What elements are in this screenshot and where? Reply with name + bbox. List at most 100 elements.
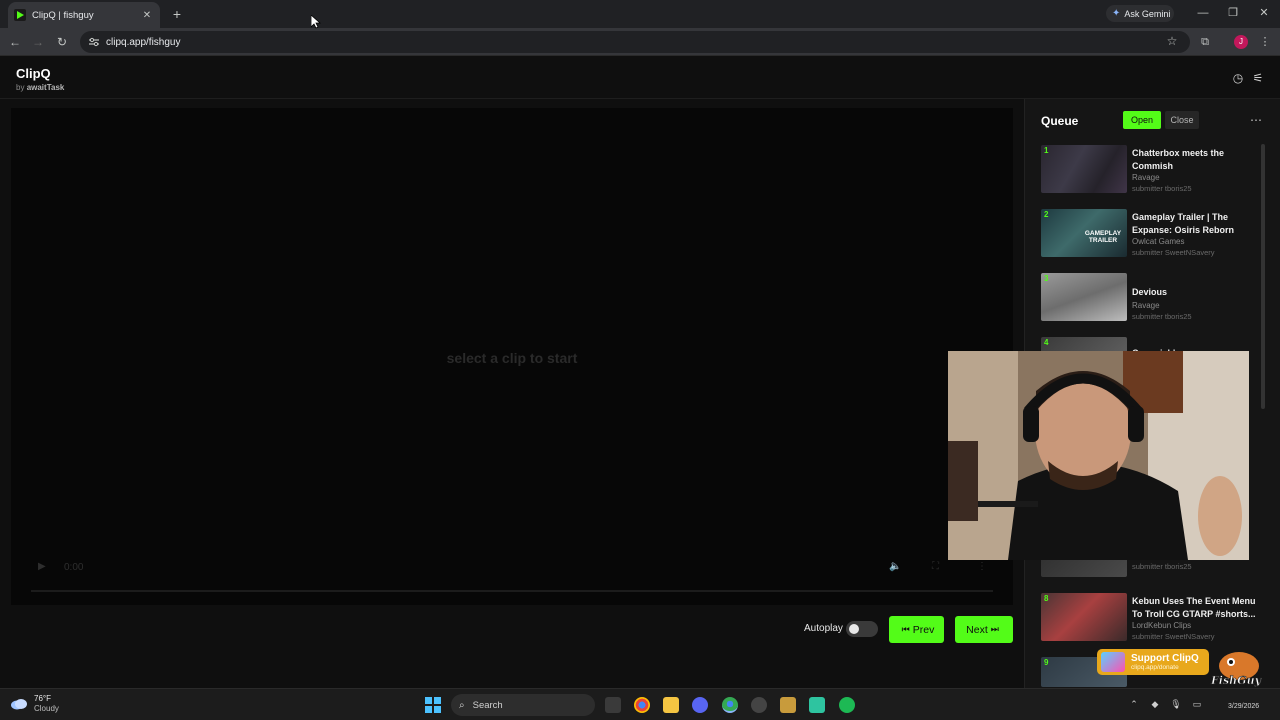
queue-item[interactable]: 3 Devious Ravage submitter tboris25	[1041, 273, 1261, 329]
autoplay-toggle-knob	[849, 624, 859, 634]
byline-prefix: by	[16, 83, 25, 92]
queue-item-title: Chatterbox meets the Commish	[1132, 148, 1225, 171]
weather-widget[interactable]: 76°F Cloudy	[10, 694, 59, 714]
queue-item-submitter: submitter SweetNSavery	[1132, 248, 1215, 257]
clipq-favicon-icon	[14, 9, 26, 21]
chrome-icon[interactable]	[634, 697, 650, 713]
queue-item-number: 2	[1044, 210, 1049, 219]
skip-previous-icon: ⏮	[901, 624, 910, 634]
support-url: clipq.app/donate	[1131, 664, 1179, 671]
file-explorer-icon[interactable]	[663, 697, 679, 713]
queue-item-number: 1	[1044, 146, 1049, 155]
play-icon[interactable]: ▶	[38, 561, 46, 572]
taskbar-date[interactable]: 3/29/2026	[1228, 703, 1259, 710]
cast-icon[interactable]: ⧉	[1196, 33, 1214, 51]
windows-taskbar: 76°F Cloudy ⌕ Search ⌃ ◆ 🎙 ▭ 3/29/2026	[0, 688, 1280, 720]
queue-open-button[interactable]: Open	[1123, 111, 1161, 129]
queue-item-submitter: submitter SweetNSavery	[1132, 632, 1215, 641]
queue-item-title: Devious	[1132, 287, 1168, 297]
queue-item[interactable]: 1 Chatterbox meets the Commish Ravage su…	[1041, 145, 1261, 201]
player-time: 0:00	[64, 562, 84, 573]
history-icon[interactable]: ◷	[1230, 70, 1246, 86]
close-window-icon[interactable]: ✕	[1254, 4, 1274, 22]
support-clipq-badge[interactable]: Support ClipQ clipq.app/donate	[1097, 649, 1209, 675]
prev-label: Prev	[912, 623, 935, 636]
weather-temperature: 76°F	[34, 694, 51, 703]
byline-author[interactable]: awaitTask	[27, 83, 65, 92]
fishguy-logo: FishGuy	[1210, 652, 1263, 687]
queue-item-title: Gameplay Trailer | The Expanse: Osiris R…	[1132, 212, 1235, 235]
queue-item-number: 4	[1044, 338, 1049, 347]
app-brand[interactable]: ClipQ	[16, 66, 51, 81]
app-header: ClipQ by awaitTask ◷ ⚟	[0, 57, 1280, 99]
queue-item-submitter: submitter tboris25	[1132, 562, 1192, 571]
tray-chevron-icon[interactable]: ⌃	[1128, 698, 1140, 710]
queue-item[interactable]: 2 GAMEPLAY TRAILER Gameplay Trailer | Th…	[1041, 209, 1261, 265]
support-text: Support ClipQ clipq.app/donate	[1131, 653, 1199, 671]
microphone-icon[interactable]: 🎙	[1170, 698, 1182, 710]
ask-gemini-button[interactable]: ✦ Ask Gemini	[1106, 5, 1174, 22]
support-heart-icon	[1101, 652, 1125, 672]
queue-close-button[interactable]: Close	[1165, 111, 1199, 129]
queue-item-submitter: submitter tboris25	[1132, 312, 1192, 321]
bookmark-star-icon[interactable]: ☆	[1164, 33, 1180, 49]
queue-item-thumbnail: 2 GAMEPLAY TRAILER	[1041, 209, 1127, 257]
display-icon[interactable]: ▭	[1191, 698, 1203, 710]
browser-tabstrip: ClipQ | fishguy ✕ + ✦ Ask Gemini — ❐ ✕	[0, 0, 1280, 28]
profile-avatar[interactable]: J	[1234, 35, 1248, 49]
tray-app-icon[interactable]: ◆	[1149, 698, 1161, 710]
player-placeholder: select a clip to start	[446, 350, 578, 366]
queue-title: Queue	[1041, 114, 1079, 128]
queue-item-thumbnail: 1	[1041, 145, 1127, 193]
next-button[interactable]: Next ⏭	[955, 616, 1013, 643]
volume-icon[interactable]: 🔈	[889, 561, 901, 572]
new-tab-button[interactable]: +	[168, 5, 186, 23]
back-arrow-icon[interactable]: ←	[6, 33, 24, 51]
chrome-active-icon[interactable]	[722, 697, 738, 713]
browser-tab-active[interactable]: ClipQ | fishguy ✕	[8, 2, 160, 28]
tab-close-icon[interactable]: ✕	[140, 10, 154, 21]
taskbar-search[interactable]: ⌕ Search	[451, 694, 595, 716]
queue-item-channel: LordKebun Clips	[1132, 621, 1192, 630]
next-label: Next	[966, 623, 988, 636]
queue-item-number: 9	[1044, 658, 1049, 667]
audio-app-icon[interactable]	[809, 697, 825, 713]
browser-toolbar: ← → ↻ clipq.app/fishguy ☆ ⧉ ⋮	[0, 28, 1280, 56]
site-info-icon[interactable]	[88, 37, 100, 47]
prev-button[interactable]: ⏮ Prev	[889, 616, 944, 643]
settings-sliders-icon[interactable]: ⚟	[1250, 70, 1266, 86]
forward-arrow-icon[interactable]: →	[29, 33, 47, 51]
queue-item-channel: Ravage	[1132, 173, 1160, 182]
fullscreen-icon[interactable]: ⛶	[932, 561, 939, 572]
autoplay-label: Autoplay	[804, 623, 843, 634]
mouse-cursor-icon	[311, 15, 321, 29]
browser-menu-icon[interactable]: ⋮	[1256, 33, 1274, 51]
autoplay-toggle[interactable]	[846, 621, 878, 637]
gemini-spark-icon: ✦	[1112, 8, 1121, 19]
reload-icon[interactable]: ↻	[53, 33, 71, 51]
queue-item[interactable]: 8 Kebun Uses The Event Menu To Troll CG …	[1041, 593, 1261, 649]
minimize-window-icon[interactable]: —	[1193, 4, 1213, 22]
queue-scrollbar[interactable]	[1261, 144, 1265, 409]
queue-item-title: Kebun Uses The Event Menu To Troll CG GT…	[1132, 596, 1256, 619]
game-launcher-icon[interactable]	[780, 697, 796, 713]
url-text: clipq.app/fishguy	[106, 36, 181, 48]
search-icon: ⌕	[459, 699, 465, 711]
support-label: Support ClipQ	[1131, 653, 1199, 664]
queue-more-icon[interactable]: ⋯	[1247, 111, 1265, 129]
restore-window-icon[interactable]: ❐	[1223, 4, 1243, 22]
player-progress-bar[interactable]	[31, 590, 993, 592]
video-player[interactable]: select a clip to start ▶ 0:00 🔈 ⛶ ⋮	[11, 108, 1013, 605]
weather-condition: Cloudy	[34, 704, 59, 713]
queue-item-channel: Ravage	[1132, 301, 1160, 310]
spotify-icon[interactable]	[839, 697, 855, 713]
steam-icon[interactable]	[751, 697, 767, 713]
webcam-overlay	[948, 351, 1249, 560]
taskbar-search-label: Search	[472, 699, 503, 711]
queue-item-thumbnail: 3	[1041, 273, 1127, 321]
discord-icon[interactable]	[692, 697, 708, 713]
windows-start-icon[interactable]	[425, 697, 441, 713]
address-bar[interactable]: clipq.app/fishguy	[80, 31, 1190, 53]
task-view-icon[interactable]	[605, 697, 621, 713]
player-menu-icon[interactable]: ⋮	[977, 561, 987, 572]
